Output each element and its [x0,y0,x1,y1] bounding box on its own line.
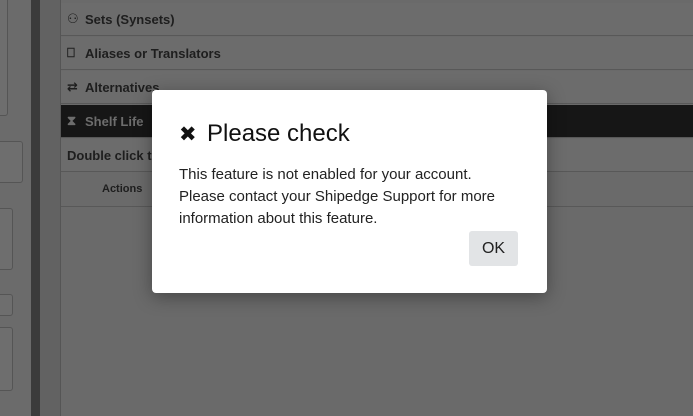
close-icon: ✖ [179,122,197,146]
ok-button[interactable]: OK [469,231,518,266]
dialog-message: This feature is not enabled for your acc… [179,166,496,227]
please-check-dialog: ✖ Please check This feature is not enabl… [152,90,547,293]
dialog-title: Please check [207,120,350,147]
dialog-title-row: ✖ Please check [179,120,520,148]
